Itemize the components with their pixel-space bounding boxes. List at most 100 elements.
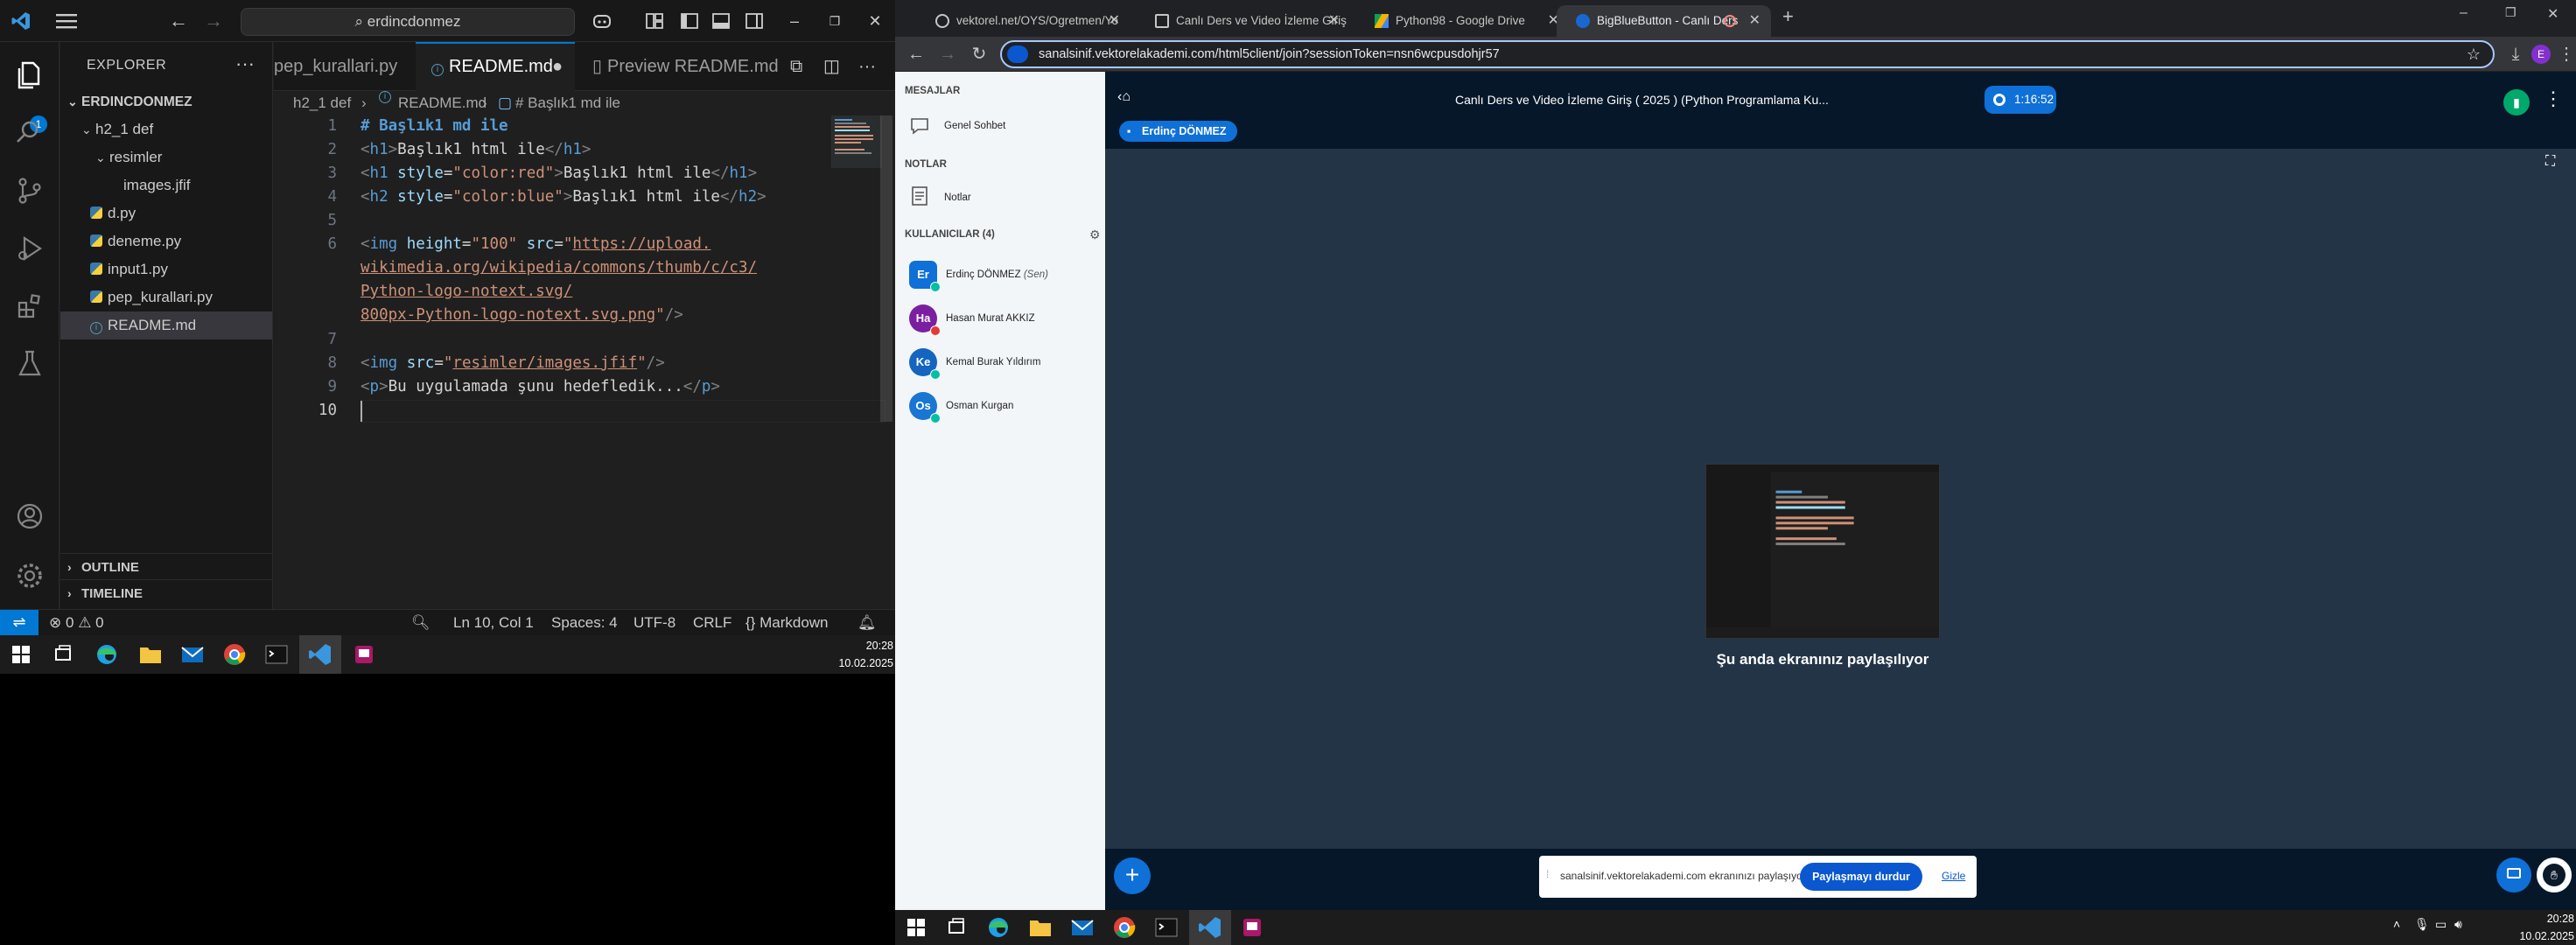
task-view-icon[interactable] (942, 914, 970, 942)
minimap[interactable] (831, 116, 882, 203)
more-actions-icon[interactable]: ··· (235, 52, 255, 75)
users-settings-gear-icon[interactable]: ⚙ (1089, 228, 1101, 242)
breadcrumb-folder[interactable]: h2_1 def (293, 91, 351, 116)
microphone-icon[interactable]: 🎙︎ (2414, 917, 2430, 932)
fullscreen-icon[interactable]: ⛶ (2545, 154, 2555, 170)
site-info-icon[interactable] (1007, 46, 1028, 63)
encoding[interactable]: UTF-8 (634, 610, 676, 636)
tree-file-images[interactable]: images.jfif (60, 172, 272, 200)
tree-folder-h2_1[interactable]: ⌄ h2_1 def (60, 116, 272, 144)
problems-indicator[interactable]: ⊗ 0 ⚠ 0 (49, 610, 104, 636)
timeline-section[interactable]: › TIMELINE (60, 579, 272, 606)
indentation[interactable]: Spaces: 4 (551, 610, 618, 636)
public-chat-item[interactable]: Genel Sohbet (944, 121, 1005, 131)
account-icon[interactable] (12, 499, 47, 534)
maximize-icon[interactable]: ❐ (2505, 5, 2516, 20)
connection-status-icon[interactable]: ▮ (2503, 89, 2530, 116)
menu-icon[interactable] (54, 10, 79, 32)
options-menu-icon[interactable]: ⋮ (2544, 88, 2563, 110)
source-control-icon[interactable] (12, 173, 47, 208)
download-icon[interactable]: ⤓ (2503, 42, 2528, 66)
start-icon[interactable] (902, 914, 930, 942)
raise-hand-button[interactable]: ✋︎ (2537, 858, 2572, 892)
run-debug-icon[interactable] (12, 231, 47, 266)
volume-icon[interactable]: 🔊︎ (2454, 917, 2462, 932)
tree-folder-resimler[interactable]: ⌄ resimler (60, 144, 272, 172)
tab-pep-kurallari[interactable]: pep_kurallari.py (274, 42, 412, 91)
close-icon[interactable]: ✕ (863, 9, 887, 33)
mail-icon[interactable] (1068, 914, 1096, 942)
network-icon[interactable]: ▭ (2435, 917, 2446, 932)
new-tab-icon[interactable]: + (1782, 5, 1794, 28)
breadcrumb-file[interactable]: README.md (398, 91, 486, 116)
back-icon[interactable]: ← (904, 42, 928, 66)
tree-file-deneme[interactable]: deneme.py (60, 228, 272, 256)
maximize-icon[interactable]: ❐ (822, 9, 847, 33)
presentation-toggle-button[interactable] (2496, 858, 2531, 892)
stop-sharing-button[interactable]: Paylaşmayı durdur (1800, 863, 1922, 891)
browser-menu-icon[interactable]: ⋮ (2554, 42, 2576, 66)
file-explorer-icon[interactable] (136, 640, 164, 668)
close-window-icon[interactable]: ✕ (2547, 5, 2558, 23)
language-mode[interactable]: {} Markdown (746, 610, 829, 636)
copilot-icon[interactable] (592, 10, 612, 32)
hide-link[interactable]: Gizle (1942, 870, 1965, 882)
address-bar[interactable]: sanalsinif.vektorelakademi.com/html5clie… (1000, 40, 2495, 68)
editor-scrollbar[interactable] (880, 116, 892, 422)
profile-avatar[interactable]: E (2531, 45, 2551, 64)
browser-tab-bbb[interactable]: BigBlueButton - Canlı Ders ✕ (1557, 5, 1771, 37)
code-editor[interactable]: 1 2 3 4 5 6 7 8 9 10 # Başlık1 md ile <h… (274, 116, 886, 606)
tree-file-d[interactable]: d.py (60, 200, 272, 228)
extensions-icon[interactable] (12, 289, 47, 324)
minimize-icon[interactable]: – (782, 9, 807, 33)
bookmark-star-icon[interactable]: ☆ (2467, 42, 2481, 66)
vscode-taskbar-icon[interactable] (1196, 914, 1224, 942)
remote-icon[interactable]: ⇌ (0, 610, 38, 636)
toggle-panel-icon[interactable] (710, 10, 732, 32)
notes-item[interactable]: Notlar (944, 192, 971, 203)
explorer-icon[interactable] (12, 58, 47, 93)
terminal-icon[interactable] (262, 640, 290, 668)
file-explorer-icon[interactable] (1026, 914, 1054, 942)
chrome-icon[interactable] (220, 640, 248, 668)
layout-customize-icon[interactable] (644, 10, 665, 32)
zoom-icon[interactable]: 🔍︎ (411, 610, 430, 636)
edge-icon[interactable] (984, 914, 1012, 942)
command-center-search[interactable]: ⌕ erdincdonmez (241, 8, 575, 36)
more-actions-icon[interactable]: ··· (858, 42, 885, 91)
close-tab-icon[interactable]: ✕ (1328, 5, 1340, 37)
manage-gear-icon[interactable] (12, 558, 47, 593)
toggle-userlist-icon[interactable]: ‹⌂ (1117, 89, 1130, 105)
close-tab-icon[interactable]: ✕ (1749, 5, 1760, 37)
vscode-taskbar-icon[interactable] (306, 640, 334, 668)
terminal-icon[interactable] (1152, 914, 1180, 942)
tree-file-pep[interactable]: pep_kurallari.py (60, 284, 272, 312)
tree-root[interactable]: ⌄ ERDINCDONMEZ (60, 88, 272, 116)
tab-preview-readme[interactable]: ▯ Preview README.md (582, 42, 779, 91)
tree-file-input1[interactable]: input1.py (60, 256, 272, 284)
task-view-icon[interactable] (49, 640, 77, 668)
open-preview-side-icon[interactable]: ⧉ (790, 42, 816, 91)
clock[interactable]: 20:28 10.02.2025 (2519, 910, 2574, 945)
chrome-icon[interactable] (1110, 914, 1138, 942)
back-icon[interactable]: ← (168, 10, 189, 32)
cursor-position[interactable]: Ln 10, Col 1 (453, 610, 534, 636)
start-icon[interactable] (7, 640, 35, 668)
browser-tab-vektorel[interactable]: vektorel.net/OYS/Ogretmen/Yo ✕ (916, 5, 1130, 37)
reload-icon[interactable]: ↻ (967, 42, 991, 66)
line-ending[interactable]: CRLF (693, 610, 732, 636)
forward-icon[interactable]: → (935, 42, 960, 66)
tray-chevron-icon[interactable]: ˄ (2393, 917, 2400, 931)
toggle-secondary-sidebar-icon[interactable] (744, 10, 765, 32)
unsaved-dot-icon[interactable]: ● (552, 44, 563, 89)
tab-readme[interactable]: i README.md ● (416, 42, 575, 91)
recording-timer[interactable]: 1:16:52 (1984, 86, 2056, 114)
clock[interactable]: 20:28 10.02.2025 (838, 637, 893, 672)
recorder-icon[interactable] (1238, 914, 1266, 942)
search-icon[interactable] (10, 116, 46, 150)
split-editor-icon[interactable]: ◫ (823, 42, 850, 91)
testing-icon[interactable] (12, 346, 47, 382)
minimize-icon[interactable]: – (2460, 5, 2468, 21)
recorder-icon[interactable] (350, 640, 378, 668)
mail-icon[interactable] (178, 640, 206, 668)
